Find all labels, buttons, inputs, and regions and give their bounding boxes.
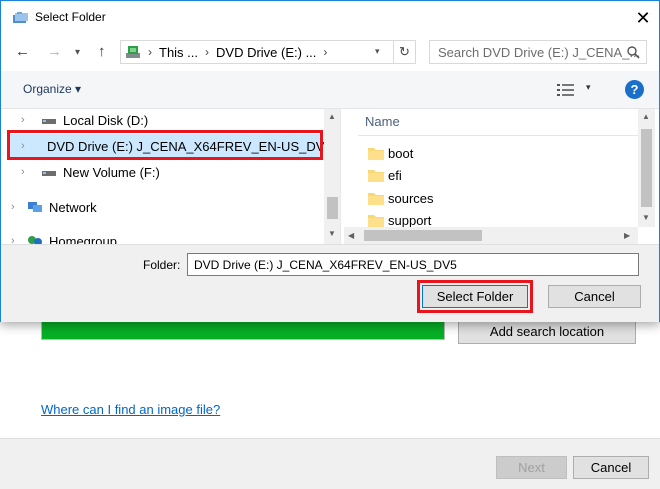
title-bar: Select Folder ✕: [1, 1, 659, 35]
folder-name: support: [388, 212, 432, 228]
tree-item-network[interactable]: › Network: [7, 196, 307, 218]
hard-drive-icon: [42, 171, 56, 176]
homegroup-icon: [28, 236, 42, 244]
search-placeholder: Search DVD Drive (E:) J_CENA_...: [438, 44, 641, 60]
navigation-pane: › Local Disk (D:) › DVD Drive (E:) J_CEN…: [1, 109, 341, 244]
breadcrumb-this-pc[interactable]: This ...: [159, 45, 198, 60]
folder-icon: [368, 192, 384, 205]
tree-item-homegroup[interactable]: › Homegroup: [7, 230, 307, 244]
scroll-left-icon[interactable]: ◀: [348, 231, 354, 240]
folder-icon: [368, 214, 384, 227]
command-toolbar: Organize ▾ ▾ ?: [1, 71, 659, 109]
navigation-bar: ← → ▾ ↑ › This ... › DVD Drive (E:) ... …: [1, 37, 659, 69]
tree-item-local-disk-d[interactable]: › Local Disk (D:): [17, 109, 317, 131]
chevron-right-icon: ›: [148, 45, 152, 59]
dialog-title: Select Folder: [35, 10, 106, 24]
cancel-button[interactable]: Cancel: [548, 285, 641, 308]
highlight-annotation: [7, 130, 323, 160]
close-icon[interactable]: ✕: [629, 5, 657, 31]
chevron-right-icon[interactable]: ›: [21, 166, 25, 178]
scrollbar-thumb[interactable]: [641, 129, 652, 207]
folder-path-input[interactable]: DVD Drive (E:) J_CENA_X64FREV_EN-US_DV5: [187, 253, 639, 276]
folder-name: sources: [388, 190, 434, 206]
forward-arrow-icon[interactable]: →: [47, 43, 62, 60]
search-input[interactable]: Search DVD Drive (E:) J_CENA_...: [429, 40, 647, 64]
navigation-pane-scrollbar[interactable]: ▲ ▼: [324, 109, 340, 244]
dialog-footer: Folder: DVD Drive (E:) J_CENA_X64FREV_EN…: [1, 244, 659, 322]
network-icon: [28, 202, 42, 212]
scroll-down-icon[interactable]: ▼: [328, 229, 336, 238]
folder-icon: [368, 147, 384, 160]
folder-name: efi: [388, 167, 402, 183]
list-item[interactable]: efi: [368, 165, 402, 185]
refresh-icon[interactable]: ↻: [393, 41, 415, 63]
chevron-right-icon[interactable]: ›: [21, 114, 25, 126]
hard-drive-icon: [42, 119, 56, 124]
column-header-name[interactable]: Name: [365, 114, 400, 129]
view-options-icon[interactable]: [557, 83, 575, 97]
file-list-pane: Name boot efi sources support ▲ ▼ ◀ ▶: [344, 109, 659, 244]
column-divider: [358, 135, 638, 136]
view-chevron-down-icon[interactable]: ▾: [586, 82, 591, 93]
tree-item-new-volume-f[interactable]: › New Volume (F:): [17, 161, 317, 183]
folder-name: boot: [388, 145, 414, 161]
recent-locations-chevron-icon[interactable]: ▾: [75, 47, 80, 58]
list-item[interactable]: boot: [368, 143, 413, 163]
chevron-right-icon[interactable]: ›: [11, 235, 15, 244]
scroll-down-icon[interactable]: ▼: [642, 213, 650, 222]
address-bar[interactable]: › This ... › DVD Drive (E:) ... › ▾ ↻: [120, 40, 416, 64]
folder-label: Folder:: [143, 258, 181, 272]
tree-item-label: New Volume (F:): [63, 164, 160, 180]
back-arrow-icon[interactable]: ←: [15, 43, 30, 60]
chevron-right-icon: ›: [323, 45, 328, 59]
help-icon[interactable]: ?: [625, 80, 644, 99]
chevron-down-icon[interactable]: ▾: [375, 46, 380, 57]
breadcrumb-dvd-drive[interactable]: DVD Drive (E:) ...: [216, 45, 316, 60]
tree-item-label: Local Disk (D:): [63, 112, 149, 128]
chevron-right-icon: ›: [205, 45, 210, 59]
dvd-drive-icon: [126, 46, 140, 58]
organize-menu[interactable]: Organize ▾: [23, 82, 81, 96]
tree-item-label: Network: [49, 199, 97, 215]
file-list-horizontal-scrollbar[interactable]: ◀ ▶: [344, 227, 638, 244]
folder-select-icon: [13, 12, 28, 23]
scroll-up-icon[interactable]: ▲: [328, 112, 336, 121]
scroll-up-icon[interactable]: ▲: [642, 112, 650, 121]
select-folder-button[interactable]: Select Folder: [422, 285, 528, 308]
up-arrow-icon[interactable]: ↑: [98, 43, 106, 60]
chevron-right-icon[interactable]: ›: [11, 201, 15, 213]
select-folder-dialog: Select Folder ✕ ← → ▾ ↑ › This ... › DVD…: [0, 0, 660, 322]
wizard-footer: Next Cancel: [0, 438, 660, 489]
list-item[interactable]: sources: [368, 188, 434, 208]
scrollbar-thumb[interactable]: [364, 230, 482, 241]
folder-icon: [368, 169, 384, 182]
wizard-cancel-button[interactable]: Cancel: [573, 456, 649, 479]
next-button[interactable]: Next: [496, 456, 567, 479]
search-icon: [627, 46, 640, 59]
scrollbar-thumb[interactable]: [327, 197, 338, 219]
tree-item-label: Homegroup: [49, 233, 117, 245]
file-list-vertical-scrollbar[interactable]: ▲ ▼: [638, 109, 655, 227]
image-file-help-link[interactable]: Where can I find an image file?: [41, 402, 220, 417]
scroll-right-icon[interactable]: ▶: [624, 231, 630, 240]
